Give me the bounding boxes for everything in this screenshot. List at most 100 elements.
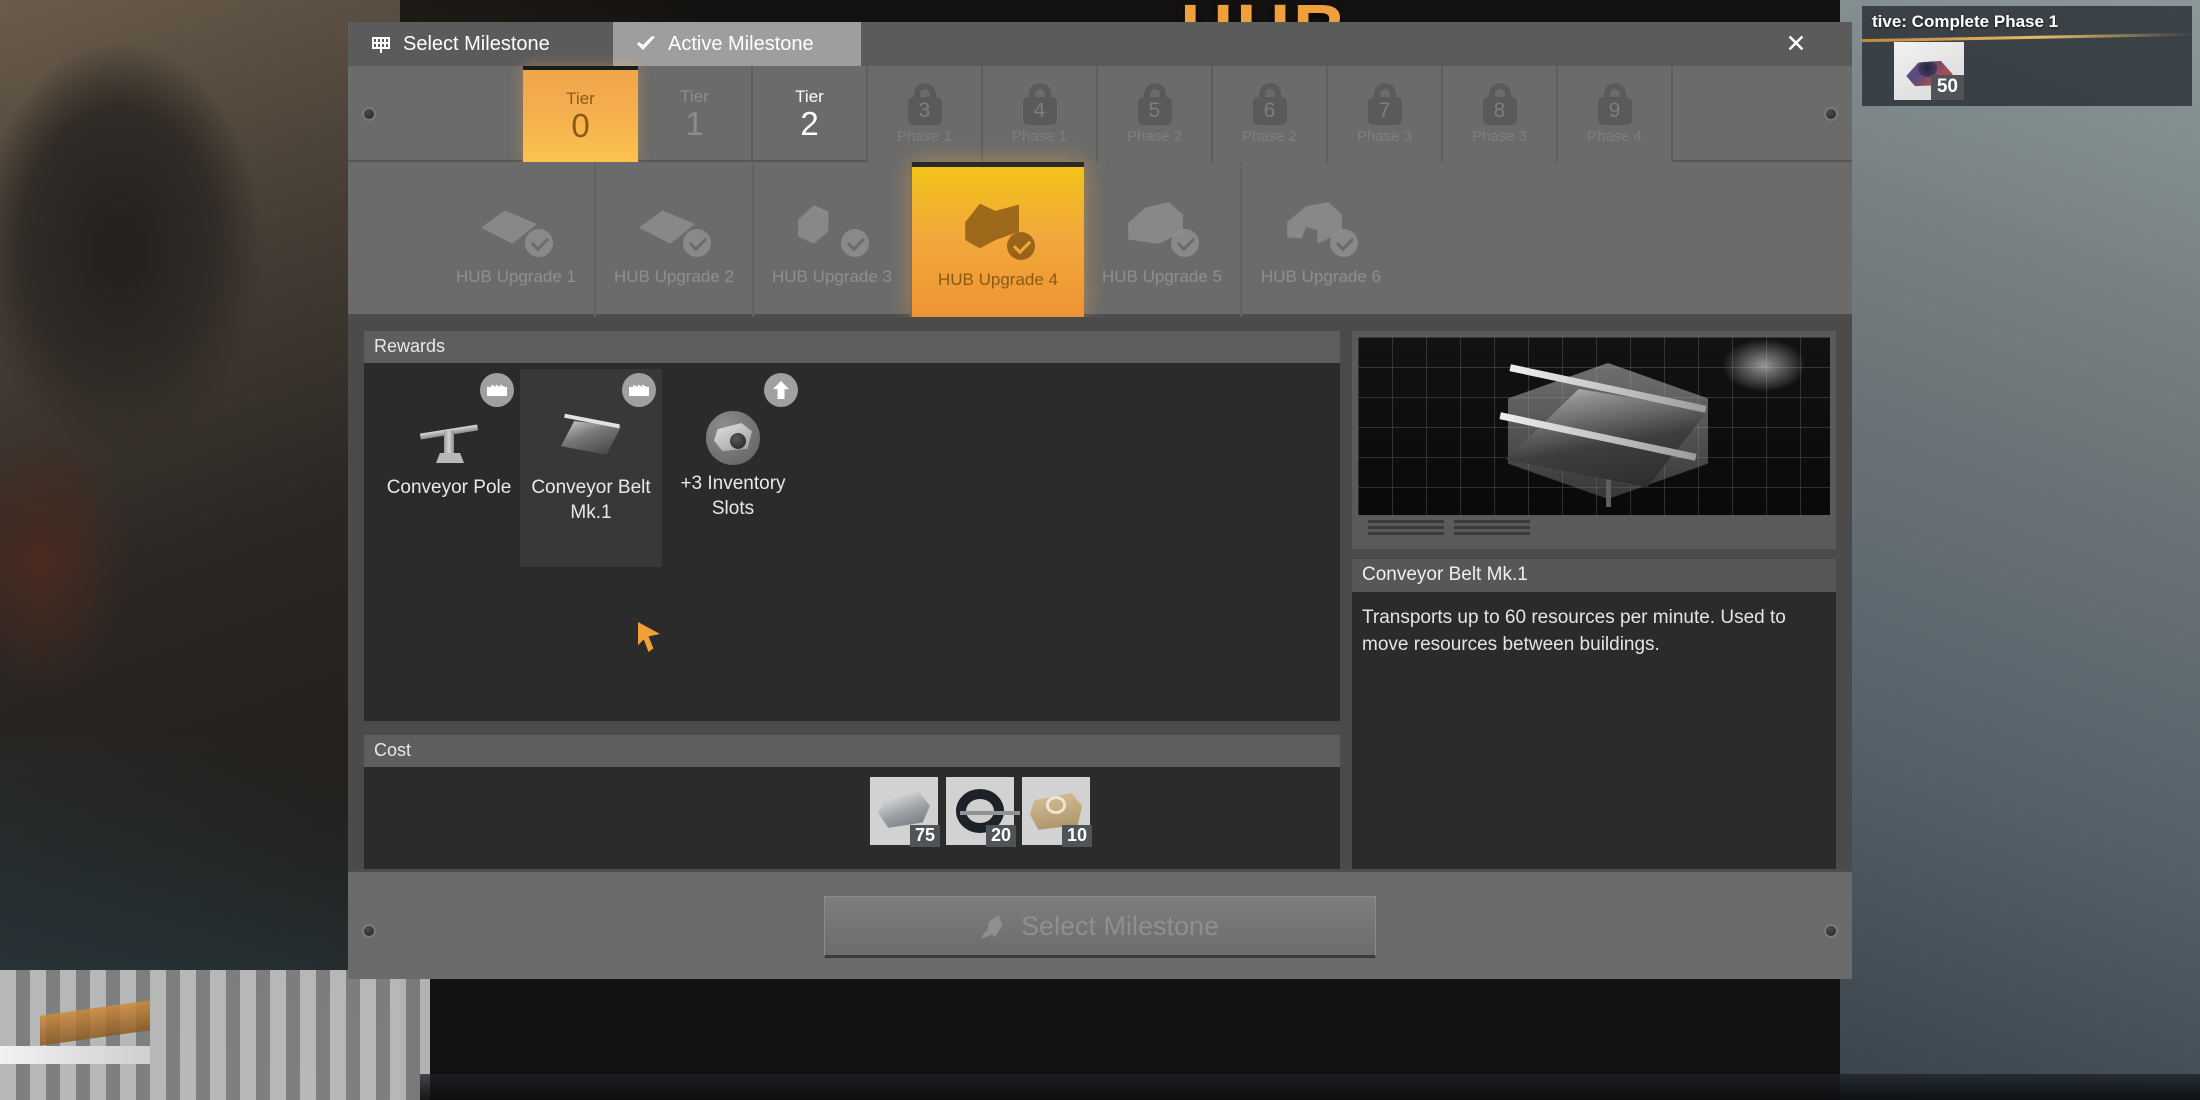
- hub-upgrade-3-icon: [793, 193, 871, 257]
- milestone-label: HUB Upgrade 1: [455, 267, 576, 286]
- tier-phase-label: Phase 1: [1011, 128, 1068, 145]
- reward-item[interactable]: Conveyor Pole: [378, 369, 520, 521]
- tier-tab-5: 5 Phase 2: [1098, 66, 1213, 162]
- up-arrow-icon: [764, 373, 798, 407]
- detail-column: Conveyor Belt Mk.1 Transports up to 60 r…: [1352, 331, 1836, 869]
- milestone-label: HUB Upgrade 3: [771, 267, 892, 286]
- tier-label: Tier: [566, 88, 595, 108]
- completed-check-icon: [525, 229, 553, 257]
- select-milestone-button-label: Select Milestone: [1020, 910, 1220, 941]
- dialog-tabbar: Select Milestone Active Milestone ✕: [348, 22, 1852, 66]
- cost-amount: 10: [1061, 824, 1092, 847]
- corner-rivet-bottom-left: [362, 924, 376, 938]
- tier-number: 0: [571, 106, 590, 144]
- grid-icon: [370, 33, 392, 55]
- tier-number: 6: [1252, 97, 1287, 125]
- cost-item-iron-plate[interactable]: 75: [870, 776, 940, 847]
- background-rock-formation: [0, 0, 400, 1100]
- cost-item-list: 75 20 10: [870, 776, 1092, 847]
- completed-check-icon: [841, 229, 869, 257]
- tier-tab-4: 4 Phase 1: [983, 66, 1098, 162]
- conveyor-pole-icon: [416, 409, 482, 465]
- milestone-item-5[interactable]: HUB Upgrade 5: [1084, 162, 1242, 317]
- completed-check-icon: [1171, 229, 1199, 257]
- rocket-icon: [980, 913, 1007, 939]
- tier-tab-3: 3 Phase 1: [868, 66, 983, 162]
- rewards-header: Rewards: [364, 331, 1340, 363]
- reward-item[interactable]: +3 Inventory Slots: [662, 369, 804, 521]
- milestone-label: HUB Upgrade 5: [1101, 267, 1222, 286]
- item-preview-panel: [1352, 331, 1836, 549]
- dialog-content: Rewards Conveyor Pole Conveyor Belt Mk.1 +…: [348, 317, 1852, 869]
- lock-icon: 4: [1019, 83, 1061, 125]
- tier-label: Tier: [795, 86, 824, 106]
- tier-tab-0[interactable]: Tier 0: [523, 66, 638, 162]
- tier-number: 1: [685, 104, 704, 142]
- lock-icon: 7: [1364, 83, 1406, 125]
- objective-item-icon: 50: [1894, 42, 1964, 100]
- background-bottom-bar: [420, 1074, 2200, 1100]
- tier-phase-label: Phase 3: [1356, 128, 1413, 145]
- milestone-item-1[interactable]: HUB Upgrade 1: [438, 162, 596, 317]
- preview-screen: [1358, 337, 1830, 515]
- lock-icon: 3: [904, 83, 946, 125]
- lock-icon: 8: [1479, 83, 1521, 125]
- milestone-list: HUB Upgrade 1 HUB Upgrade 2 HUB Upgrade 3 H…: [348, 162, 1852, 317]
- lock-icon: 9: [1594, 83, 1636, 125]
- factory-icon: [622, 373, 656, 407]
- milestone-dialog: Select Milestone Active Milestone ✕ Tier…: [348, 22, 1852, 1056]
- cost-item-fabric-sack[interactable]: 10: [1022, 776, 1092, 847]
- factory-icon: [480, 373, 514, 407]
- tier-number: 7: [1367, 97, 1402, 125]
- tier-tab-1[interactable]: Tier 1: [638, 66, 753, 162]
- milestone-item-2[interactable]: HUB Upgrade 2: [596, 162, 754, 317]
- completed-check-icon: [1330, 229, 1358, 257]
- inventory-slots-icon: [700, 409, 766, 465]
- cost-header: Cost: [364, 734, 1340, 767]
- tier-phase-label: Phase 4: [1586, 128, 1643, 145]
- corner-rivet-top-left: [362, 107, 376, 121]
- milestone-item-4[interactable]: HUB Upgrade 4: [912, 162, 1084, 317]
- tier-number: 2: [800, 104, 819, 142]
- tier-number: 3: [907, 97, 942, 125]
- conveyor-belt-3d-preview: [1358, 337, 1830, 515]
- tier-label: Tier: [680, 86, 709, 106]
- objective-hud: tive: Complete Phase 1 50: [1862, 6, 2192, 106]
- tier-selector-bar: Tier 0 Tier 1 Tier 2 3 Phase 1 4 Phase 1 5 Phase 26…: [348, 66, 1852, 162]
- reward-item[interactable]: Conveyor Belt Mk.1: [520, 369, 662, 567]
- corner-rivet-bottom-right: [1824, 924, 1838, 938]
- objective-underline: [1862, 32, 2192, 43]
- item-description-panel: Conveyor Belt Mk.1 Transports up to 60 r…: [1352, 559, 1836, 869]
- tier-tab-6: 6 Phase 2: [1213, 66, 1328, 162]
- tier-tab-9: 9 Phase 4: [1558, 66, 1673, 162]
- milestone-label: HUB Upgrade 4: [937, 269, 1058, 289]
- completed-check-icon: [1007, 231, 1035, 260]
- lock-icon: 5: [1134, 83, 1176, 125]
- close-icon[interactable]: ✕: [1740, 22, 1852, 66]
- tier-phase-label: Phase 3: [1471, 128, 1528, 145]
- check-icon: [635, 33, 657, 55]
- reward-label: Conveyor Belt Mk.1: [531, 477, 651, 523]
- cost-amount: 75: [909, 824, 940, 847]
- preview-decor-lines: [1358, 515, 1830, 543]
- rewards-and-cost-column: Rewards Conveyor Pole Conveyor Belt Mk.1 +…: [364, 331, 1340, 869]
- hub-upgrade-2-icon: [635, 193, 713, 257]
- cost-item-wire-coil[interactable]: 20: [946, 776, 1020, 847]
- background-floor-plate: [0, 1046, 150, 1064]
- reward-label: +3 Inventory Slots: [680, 473, 786, 519]
- select-milestone-button[interactable]: Select Milestone: [824, 896, 1376, 958]
- dialog-footer: Select Milestone: [348, 869, 1852, 979]
- milestone-item-3[interactable]: HUB Upgrade 3: [754, 162, 912, 317]
- corner-rivet-top-right: [1824, 107, 1838, 121]
- cost-amount: 20: [985, 824, 1016, 847]
- tier-tab-2[interactable]: Tier 2: [753, 66, 868, 162]
- tab-select-milestone-label: Select Milestone: [403, 32, 550, 55]
- tier-phase-label: Phase 1: [896, 128, 953, 145]
- tab-active-milestone[interactable]: Active Milestone: [613, 22, 861, 66]
- tab-select-milestone[interactable]: Select Milestone: [348, 22, 613, 66]
- milestone-item-6[interactable]: HUB Upgrade 6: [1242, 162, 1400, 317]
- tier-tab-8: 8 Phase 3: [1443, 66, 1558, 162]
- completed-check-icon: [683, 229, 711, 257]
- background-right-scenery: [1840, 0, 2200, 1100]
- tier-number: 9: [1597, 97, 1632, 125]
